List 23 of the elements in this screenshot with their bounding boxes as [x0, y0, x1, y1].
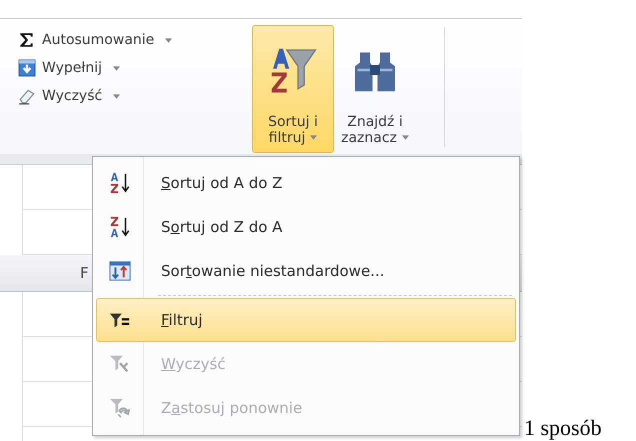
ribbon-button[interactable]: Wyczyść	[14, 85, 124, 107]
custom-sort-icon	[109, 260, 131, 282]
menu-item[interactable]: Sortowanie niestandardowe...	[96, 249, 516, 293]
fill-down-icon	[18, 59, 36, 77]
caption-text: 1 sposób	[524, 417, 602, 441]
menu-item[interactable]: Sortuj od A do Z	[96, 161, 516, 205]
sort-descending-icon	[109, 216, 131, 238]
eraser-icon	[18, 87, 36, 105]
caret-icon	[310, 135, 318, 140]
caret-icon	[165, 38, 172, 42]
column-header: F	[80, 264, 89, 282]
ribbon-button[interactable]: Autosumowanie	[14, 29, 176, 51]
clear-filter-icon	[109, 353, 131, 375]
sort-ascending-icon	[109, 172, 131, 194]
menu-item[interactable]: Sortuj od Z do A	[96, 205, 516, 249]
ribbon-button[interactable]: Znajdź i zaznacz	[334, 25, 416, 153]
caret-icon	[113, 66, 120, 70]
ribbon-button[interactable]: Sortuj i filtruj	[252, 25, 334, 153]
reapply-filter-icon	[109, 397, 131, 419]
caret-icon	[402, 135, 409, 140]
menu-item[interactable]: Filtruj	[96, 298, 516, 342]
ribbon-button[interactable]: Wypełnij	[14, 57, 124, 79]
caret-icon	[113, 94, 120, 98]
